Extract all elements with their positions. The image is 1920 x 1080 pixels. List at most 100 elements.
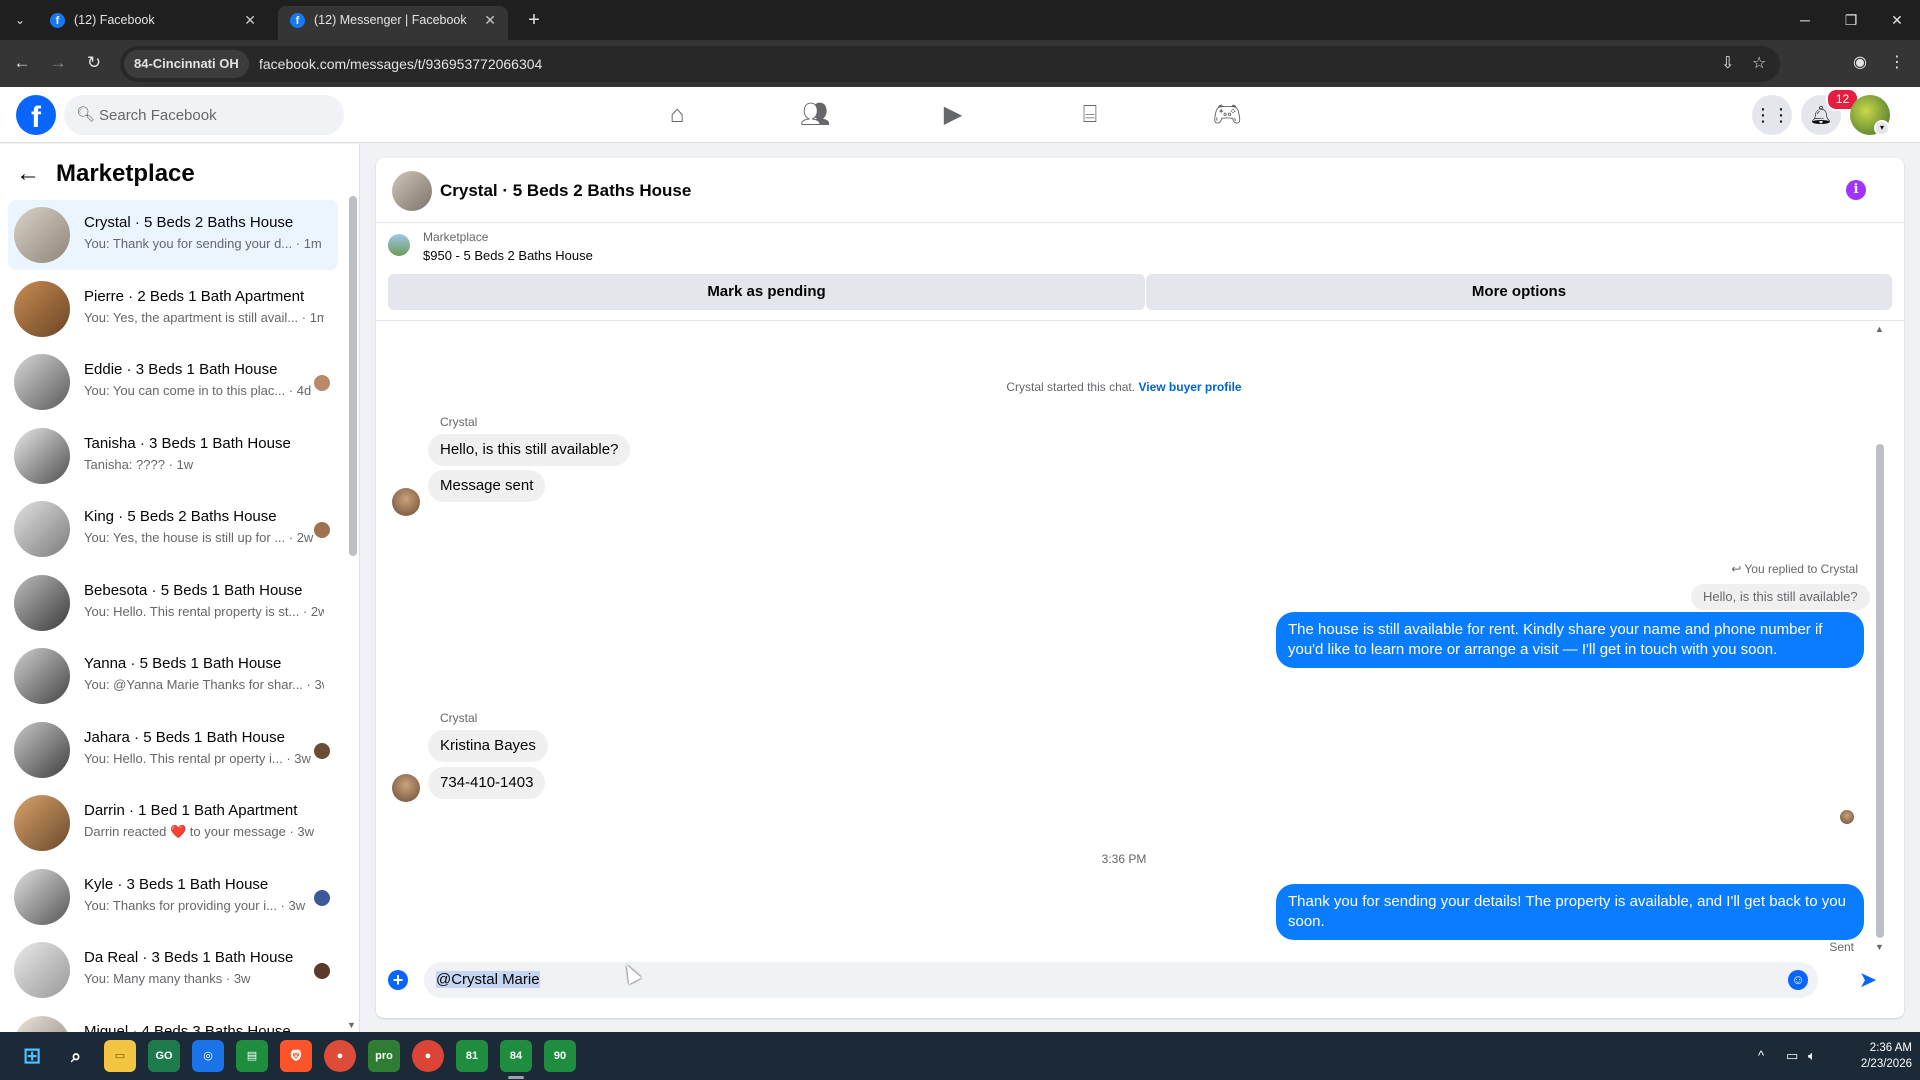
- browser-app-icon[interactable]: ◎: [192, 1040, 224, 1072]
- conversation-item[interactable]: Crystal · 5 Beds 2 Baths House You: Thank…: [8, 200, 338, 270]
- app-90-icon[interactable]: 90: [544, 1040, 576, 1072]
- reload-button[interactable]: ↻: [81, 50, 107, 76]
- sender-name: Crystal: [440, 415, 478, 429]
- sender-avatar[interactable]: [392, 488, 420, 516]
- conversation-item[interactable]: Yanna · 5 Beds 1 Bath House You: @Yanna M…: [8, 641, 338, 711]
- marketplace-icon[interactable]: ⌸: [1035, 95, 1145, 135]
- conversation-item[interactable]: Da Real · 3 Beds 1 Bath House You: Many m…: [8, 935, 338, 1005]
- mark-as-pending-button[interactable]: Mark as pending: [388, 274, 1145, 310]
- account-chevron-icon[interactable]: ▾: [1874, 120, 1890, 136]
- emoji-icon[interactable]: ☺: [1788, 970, 1808, 990]
- profile-icon[interactable]: ◉: [1847, 50, 1873, 76]
- conversation-item[interactable]: Pierre · 2 Beds 1 Bath Apartment You: Yes…: [8, 274, 338, 344]
- minimize-button[interactable]: ─: [1782, 0, 1828, 40]
- scroll-down-arrow-icon[interactable]: ▼: [347, 1020, 356, 1030]
- friends-icon[interactable]: 👥︎: [760, 95, 870, 135]
- conversation-item[interactable]: King · 5 Beds 2 Baths House You: Yes, the…: [8, 494, 338, 564]
- add-attachment-icon[interactable]: +: [388, 970, 408, 990]
- restore-button[interactable]: ❐: [1828, 0, 1874, 40]
- conversation-item[interactable]: Tanisha · 3 Beds 1 Bath House Tanisha: ??…: [8, 421, 338, 491]
- tab-search-chevron-icon[interactable]: ⌄: [8, 8, 32, 32]
- url-text[interactable]: facebook.com/messages/t/936953772066304: [259, 46, 542, 82]
- outgoing-message[interactable]: The house is still available for rent. K…: [1276, 612, 1864, 668]
- listing-thumbnail: [14, 427, 70, 484]
- sender-name: Crystal: [440, 711, 478, 725]
- search-box[interactable]: 🔍︎: [64, 95, 344, 135]
- profile-app-icon[interactable]: pro: [368, 1040, 400, 1072]
- search-input[interactable]: [99, 95, 329, 135]
- conversation-item[interactable]: Miguel · 4 Beds 3 Baths HouseYou: Thank …: [8, 1009, 338, 1033]
- quoted-message[interactable]: Hello, is this still available?: [1691, 584, 1870, 610]
- scroll-up-arrow-icon[interactable]: ▲: [1875, 324, 1884, 334]
- system-clock[interactable]: 2:36 AM 2/23/2026: [1840, 1040, 1912, 1072]
- conversation-title: Miguel · 4 Beds 3 Baths House: [84, 1022, 291, 1033]
- conversation-item[interactable]: Kyle · 3 Beds 1 Bath House You: Thanks fo…: [8, 862, 338, 932]
- app-81-icon[interactable]: 81: [456, 1040, 488, 1072]
- conversation-item[interactable]: Bebesota · 5 Beds 1 Bath House You: Hello…: [8, 568, 338, 638]
- browser-toolbar: ← → ↻ 84-Cincinnati OH facebook.com/mess…: [0, 40, 1920, 87]
- back-arrow-icon[interactable]: ←: [16, 158, 48, 190]
- chat-panel: Crystal · 5 Beds 2 Baths House i Marketp…: [376, 158, 1904, 1018]
- scroll-down-arrow-icon[interactable]: ▼: [1875, 942, 1884, 952]
- listing-thumbnail: [14, 1015, 70, 1032]
- close-window-button[interactable]: ✕: [1874, 0, 1920, 40]
- chat-scrollbar[interactable]: [1876, 444, 1884, 938]
- incoming-message[interactable]: Message sent: [428, 470, 546, 502]
- conversation-item[interactable]: Jahara · 5 Beds 1 Bath House You: Hello. …: [8, 715, 338, 785]
- chrome-profile-icon[interactable]: ●: [412, 1040, 444, 1072]
- reply-note-text: You replied to Crystal: [1744, 562, 1858, 576]
- address-bar[interactable]: 84-Cincinnati OH facebook.com/messages/t…: [120, 46, 1780, 82]
- conversation-preview: You: Hello. This rental property is st..…: [84, 603, 324, 619]
- outgoing-message[interactable]: Thank you for sending your details! The …: [1276, 884, 1864, 940]
- info-icon[interactable]: i: [1846, 180, 1866, 200]
- home-icon[interactable]: ⌂: [622, 95, 732, 135]
- message-input-text: @Crystal Marie: [436, 962, 540, 998]
- listing-category: Marketplace: [423, 230, 489, 244]
- volume-icon[interactable]: 🔈︎: [1808, 1032, 1816, 1080]
- bookmark-star-icon[interactable]: ☆: [1752, 46, 1766, 82]
- marketplace-conversation-list: ← Marketplace Crystal · 5 Beds 2 Baths H…: [0, 144, 360, 1032]
- install-app-icon[interactable]: ⇩: [1721, 46, 1734, 82]
- browser-menu-icon[interactable]: ⋮: [1884, 50, 1910, 76]
- file-explorer-icon[interactable]: ▭: [104, 1040, 136, 1072]
- menu-grid-icon[interactable]: ⋮⋮: [1752, 95, 1792, 135]
- video-icon[interactable]: ▶: [898, 95, 1008, 135]
- browser-tab-facebook[interactable]: f (12) Facebook ✕: [38, 6, 268, 40]
- close-tab-icon[interactable]: ✕: [244, 6, 256, 34]
- conversation-title: Yanna · 5 Beds 1 Bath House: [84, 655, 282, 672]
- network-icon[interactable]: ▭: [1786, 1032, 1798, 1080]
- more-options-button[interactable]: More options: [1146, 274, 1892, 310]
- browser-tab-messenger[interactable]: f (12) Messenger | Facebook ✕: [278, 6, 508, 40]
- tray-chevron-icon[interactable]: ^: [1758, 1032, 1764, 1080]
- back-button[interactable]: ←: [9, 50, 35, 76]
- read-receipt-avatar: [314, 963, 330, 979]
- conversation-item[interactable]: Darrin · 1 Bed 1 Bath Apartment Darrin re…: [8, 788, 338, 858]
- listing-thumbnail: [14, 648, 70, 704]
- listing-name: $950 - 5 Beds 2 Baths House: [423, 248, 593, 263]
- view-buyer-profile-link[interactable]: View buyer profile: [1138, 380, 1241, 394]
- listing-thumbnail: [14, 868, 70, 925]
- forward-button[interactable]: →: [45, 50, 71, 76]
- goodreads-icon[interactable]: GO: [148, 1040, 180, 1072]
- sender-avatar[interactable]: [392, 774, 420, 802]
- windows-start-icon[interactable]: ⊞: [16, 1040, 48, 1072]
- close-tab-icon[interactable]: ✕: [484, 6, 496, 34]
- conversation-item[interactable]: Eddie · 3 Beds 1 Bath House You: You can …: [8, 347, 338, 417]
- chrome-icon[interactable]: ●: [324, 1040, 356, 1072]
- incoming-message[interactable]: Hello, is this still available?: [428, 434, 631, 466]
- incoming-message[interactable]: 734-410-1403: [428, 767, 546, 799]
- conversation-preview: You: Thanks for providing your i... · 3w: [84, 897, 306, 913]
- chat-avatar[interactable]: [392, 171, 432, 211]
- taskbar-search-icon[interactable]: ⌕: [60, 1040, 92, 1072]
- list-scrollbar[interactable]: [349, 196, 357, 556]
- app-84-icon[interactable]: 84: [500, 1040, 532, 1072]
- facebook-logo-icon[interactable]: f: [16, 95, 56, 135]
- gaming-icon[interactable]: 🎮︎: [1172, 95, 1282, 135]
- spreadsheet-icon[interactable]: ▤: [236, 1040, 268, 1072]
- send-icon[interactable]: ➤: [1852, 964, 1884, 996]
- new-tab-button[interactable]: +: [520, 6, 548, 34]
- location-chip[interactable]: 84-Cincinnati OH: [124, 50, 249, 78]
- chat-title[interactable]: Crystal · 5 Beds 2 Baths House: [440, 158, 691, 224]
- incoming-message[interactable]: Kristina Bayes: [428, 730, 548, 762]
- brave-browser-icon[interactable]: 🦁︎: [280, 1040, 312, 1072]
